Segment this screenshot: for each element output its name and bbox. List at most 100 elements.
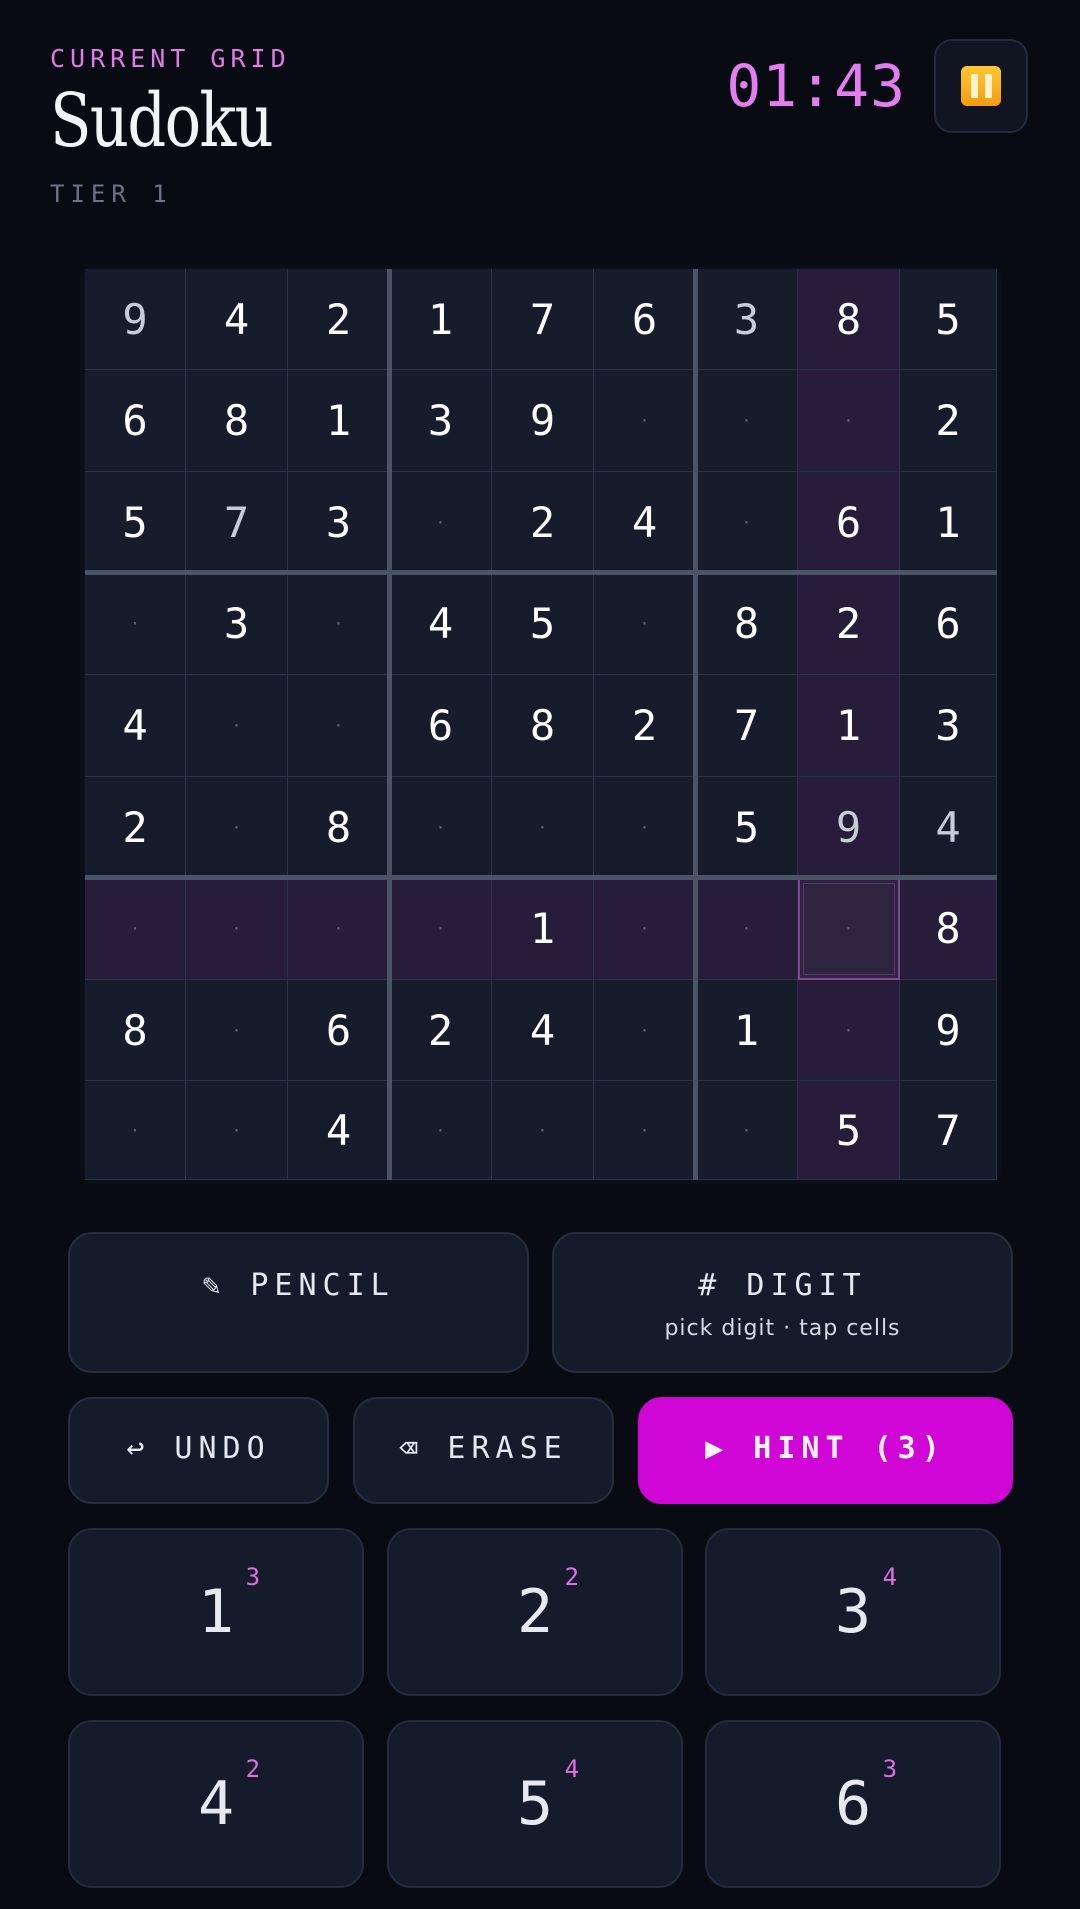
sudoku-cell-r6c1[interactable]: 2 xyxy=(85,777,186,878)
sudoku-cell-r3c9[interactable]: 1 xyxy=(900,472,997,573)
sudoku-cell-r2c2[interactable]: 8 xyxy=(186,370,288,472)
box-divider-vertical xyxy=(693,269,698,1180)
sudoku-cell-r8c6[interactable]: · xyxy=(594,980,696,1081)
erase-label: ⌫ ERASE xyxy=(399,1431,568,1466)
sudoku-cell-r6c3[interactable]: 8 xyxy=(288,777,390,878)
sudoku-cell-r7c1[interactable]: · xyxy=(85,878,186,980)
sudoku-cell-r7c7[interactable]: · xyxy=(696,878,798,980)
tier-label: TIER 1 xyxy=(50,180,173,208)
sudoku-cell-r8c5[interactable]: 4 xyxy=(492,980,594,1081)
sudoku-cell-r3c6[interactable]: 4 xyxy=(594,472,696,573)
sudoku-cell-r1c5[interactable]: 7 xyxy=(492,269,594,370)
sudoku-cell-r4c1[interactable]: · xyxy=(85,573,186,675)
sudoku-cell-r4c8[interactable]: 2 xyxy=(798,573,900,675)
sudoku-cell-r8c7[interactable]: 1 xyxy=(696,980,798,1081)
sudoku-cell-r5c4[interactable]: 6 xyxy=(390,675,492,777)
sudoku-cell-r2c4[interactable]: 3 xyxy=(390,370,492,472)
sudoku-cell-r9c8[interactable]: 5 xyxy=(798,1081,900,1180)
sudoku-cell-r5c2[interactable]: · xyxy=(186,675,288,777)
sudoku-cell-r4c4[interactable]: 4 xyxy=(390,573,492,675)
sudoku-cell-r3c8[interactable]: 6 xyxy=(798,472,900,573)
sudoku-cell-r1c1[interactable]: 9 xyxy=(85,269,186,370)
remaining-count: 2 xyxy=(564,1563,580,1591)
sudoku-cell-r2c1[interactable]: 6 xyxy=(85,370,186,472)
sudoku-cell-r4c6[interactable]: · xyxy=(594,573,696,675)
sudoku-cell-r9c7[interactable]: · xyxy=(696,1081,798,1180)
sudoku-cell-r2c3[interactable]: 1 xyxy=(288,370,390,472)
sudoku-cell-r9c2[interactable]: · xyxy=(186,1081,288,1180)
sudoku-cell-r4c2[interactable]: 3 xyxy=(186,573,288,675)
sudoku-cell-r5c6[interactable]: 2 xyxy=(594,675,696,777)
sudoku-cell-r8c2[interactable]: · xyxy=(186,980,288,1081)
sudoku-cell-r4c3[interactable]: · xyxy=(288,573,390,675)
sudoku-cell-r6c9[interactable]: 4 xyxy=(900,777,997,878)
sudoku-cell-r7c5[interactable]: 1 xyxy=(492,878,594,980)
number-button-4[interactable]: 42 xyxy=(68,1720,364,1888)
sudoku-cell-r3c2[interactable]: 7 xyxy=(186,472,288,573)
sudoku-cell-r3c4[interactable]: · xyxy=(390,472,492,573)
sudoku-cell-r9c1[interactable]: · xyxy=(85,1081,186,1180)
sudoku-cell-r6c5[interactable]: · xyxy=(492,777,594,878)
sudoku-cell-r9c3[interactable]: 4 xyxy=(288,1081,390,1180)
sudoku-cell-r5c5[interactable]: 8 xyxy=(492,675,594,777)
sudoku-cell-r9c4[interactable]: · xyxy=(390,1081,492,1180)
sudoku-cell-r9c9[interactable]: 7 xyxy=(900,1081,997,1180)
pencil-mode-button[interactable]: ✎ PENCIL xyxy=(68,1232,529,1373)
number-button-6[interactable]: 63 xyxy=(705,1720,1001,1888)
sudoku-cell-r7c8[interactable]: · xyxy=(798,878,900,980)
sudoku-cell-r1c3[interactable]: 2 xyxy=(288,269,390,370)
hint-button[interactable]: ▶ HINT (3) xyxy=(638,1397,1013,1504)
sudoku-cell-r1c6[interactable]: 6 xyxy=(594,269,696,370)
sudoku-cell-r7c3[interactable]: · xyxy=(288,878,390,980)
sudoku-app: CURRENT GRID Sudoku TIER 1 01:43 9421763… xyxy=(0,0,1080,1909)
number-button-2[interactable]: 22 xyxy=(387,1528,683,1696)
sudoku-cell-r3c7[interactable]: · xyxy=(696,472,798,573)
sudoku-cell-r2c9[interactable]: 2 xyxy=(900,370,997,472)
sudoku-cell-r1c9[interactable]: 5 xyxy=(900,269,997,370)
sudoku-cell-r8c8[interactable]: · xyxy=(798,980,900,1081)
sudoku-cell-r3c1[interactable]: 5 xyxy=(85,472,186,573)
number-button-1[interactable]: 13 xyxy=(68,1528,364,1696)
sudoku-cell-r8c3[interactable]: 6 xyxy=(288,980,390,1081)
sudoku-cell-r9c5[interactable]: · xyxy=(492,1081,594,1180)
sudoku-cell-r2c7[interactable]: · xyxy=(696,370,798,472)
sudoku-cell-r4c9[interactable]: 6 xyxy=(900,573,997,675)
sudoku-cell-r1c7[interactable]: 3 xyxy=(696,269,798,370)
sudoku-cell-r5c9[interactable]: 3 xyxy=(900,675,997,777)
sudoku-cell-r6c6[interactable]: · xyxy=(594,777,696,878)
sudoku-cell-r2c8[interactable]: · xyxy=(798,370,900,472)
sudoku-cell-r8c1[interactable]: 8 xyxy=(85,980,186,1081)
undo-button[interactable]: ↩ UNDO xyxy=(68,1397,329,1504)
number-button-5[interactable]: 54 xyxy=(387,1720,683,1888)
sudoku-cell-r1c2[interactable]: 4 xyxy=(186,269,288,370)
sudoku-cell-r8c9[interactable]: 9 xyxy=(900,980,997,1081)
number-digit: 42 xyxy=(197,1755,261,1839)
number-button-3[interactable]: 34 xyxy=(705,1528,1001,1696)
sudoku-cell-r7c6[interactable]: · xyxy=(594,878,696,980)
sudoku-cell-r8c4[interactable]: 2 xyxy=(390,980,492,1081)
sudoku-cell-r5c8[interactable]: 1 xyxy=(798,675,900,777)
pause-button[interactable] xyxy=(934,39,1028,133)
sudoku-cell-r4c5[interactable]: 5 xyxy=(492,573,594,675)
sudoku-cell-r9c6[interactable]: · xyxy=(594,1081,696,1180)
sudoku-cell-r2c5[interactable]: 9 xyxy=(492,370,594,472)
sudoku-cell-r5c3[interactable]: · xyxy=(288,675,390,777)
sudoku-cell-r7c4[interactable]: · xyxy=(390,878,492,980)
digit-mode-button[interactable]: # DIGIT pick digit · tap cells xyxy=(552,1232,1013,1373)
sudoku-cell-r7c9[interactable]: 8 xyxy=(900,878,997,980)
sudoku-cell-r1c4[interactable]: 1 xyxy=(390,269,492,370)
sudoku-cell-r6c2[interactable]: · xyxy=(186,777,288,878)
sudoku-cell-r7c2[interactable]: · xyxy=(186,878,288,980)
sudoku-cell-r5c7[interactable]: 7 xyxy=(696,675,798,777)
erase-button[interactable]: ⌫ ERASE xyxy=(353,1397,614,1504)
sudoku-cell-r4c7[interactable]: 8 xyxy=(696,573,798,675)
sudoku-cell-r5c1[interactable]: 4 xyxy=(85,675,186,777)
sudoku-cell-r2c6[interactable]: · xyxy=(594,370,696,472)
sudoku-cell-r3c3[interactable]: 3 xyxy=(288,472,390,573)
sudoku-cell-r6c4[interactable]: · xyxy=(390,777,492,878)
sudoku-cell-r6c8[interactable]: 9 xyxy=(798,777,900,878)
sudoku-cell-r3c5[interactable]: 2 xyxy=(492,472,594,573)
number-digit: 13 xyxy=(197,1563,261,1647)
sudoku-cell-r1c8[interactable]: 8 xyxy=(798,269,900,370)
sudoku-cell-r6c7[interactable]: 5 xyxy=(696,777,798,878)
